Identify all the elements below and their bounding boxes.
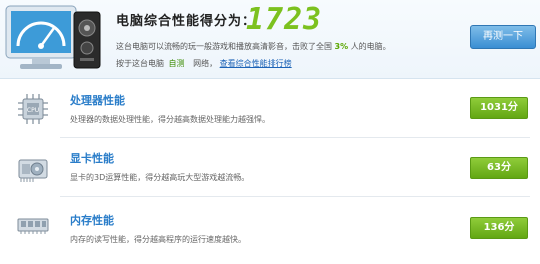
- cpu-icon: CPU: [18, 94, 48, 124]
- memory-description: 内存的读写性能，得分越高程序的运行速度越快。: [70, 235, 246, 244]
- svg-text:CPU: CPU: [27, 107, 39, 114]
- score-description: 这台电脑可以流畅的玩一般游戏和播放高清影音，击败了全国 3% 人的电脑。: [116, 41, 391, 52]
- graphics-score-badge: 63分: [470, 157, 528, 179]
- memory-title: 内存性能: [70, 214, 114, 227]
- memory-score-badge: 136分: [470, 217, 528, 239]
- graphics-description: 显卡的3D运算性能，得分越高玩大型游戏越流畅。: [70, 173, 250, 182]
- description-suffix: 人的电脑。: [350, 42, 391, 51]
- cpu-title: 处理器性能: [70, 94, 125, 107]
- graphics-title: 显卡性能: [70, 152, 114, 165]
- cpu-score-badge: 1031分: [470, 97, 528, 119]
- score-header: 电脑综合性能得分为： 1723 这台电脑可以流畅的玩一般游戏和播放高清影音，击败…: [0, 0, 540, 79]
- beat-percent: 3%: [334, 42, 349, 51]
- row-divider: [60, 196, 530, 197]
- retest-button[interactable]: 再测一下: [470, 25, 536, 49]
- total-score: 1723: [246, 2, 323, 37]
- detail-prefix: 按于这台电脑: [116, 59, 164, 68]
- memory-performance-row: 内存性能 内存的读写性能，得分越高程序的运行速度越快。 136分: [0, 198, 540, 254]
- cpu-description: 处理器的数据处理性能，得分越高数据处理能力越强悍。: [70, 115, 270, 124]
- score-label: 电脑综合性能得分为：: [116, 14, 257, 29]
- description-prefix: 这台电脑可以流畅的玩一般游戏和播放高清影音，击败了全国: [116, 42, 332, 51]
- detail-middle: 网络，: [193, 59, 218, 68]
- graphics-card-icon: [18, 159, 48, 182]
- score-detail: 按于这台电脑 自测 网络， 查看综合性能排行榜: [116, 58, 292, 69]
- self-test-link[interactable]: 自测: [169, 59, 185, 68]
- row-divider: [60, 137, 530, 138]
- ranking-link[interactable]: 查看综合性能排行榜: [220, 59, 292, 68]
- memory-icon: [17, 218, 49, 234]
- graphics-performance-row: 显卡性能 显卡的3D运算性能，得分越高玩大型游戏越流畅。 63分: [0, 142, 540, 198]
- cpu-performance-row: CPU 处理器性能 处理器的数据处理性能，得分越高数据处理能力越强悍。 1031…: [0, 84, 540, 140]
- monitor-gauge-icon: [5, 5, 101, 69]
